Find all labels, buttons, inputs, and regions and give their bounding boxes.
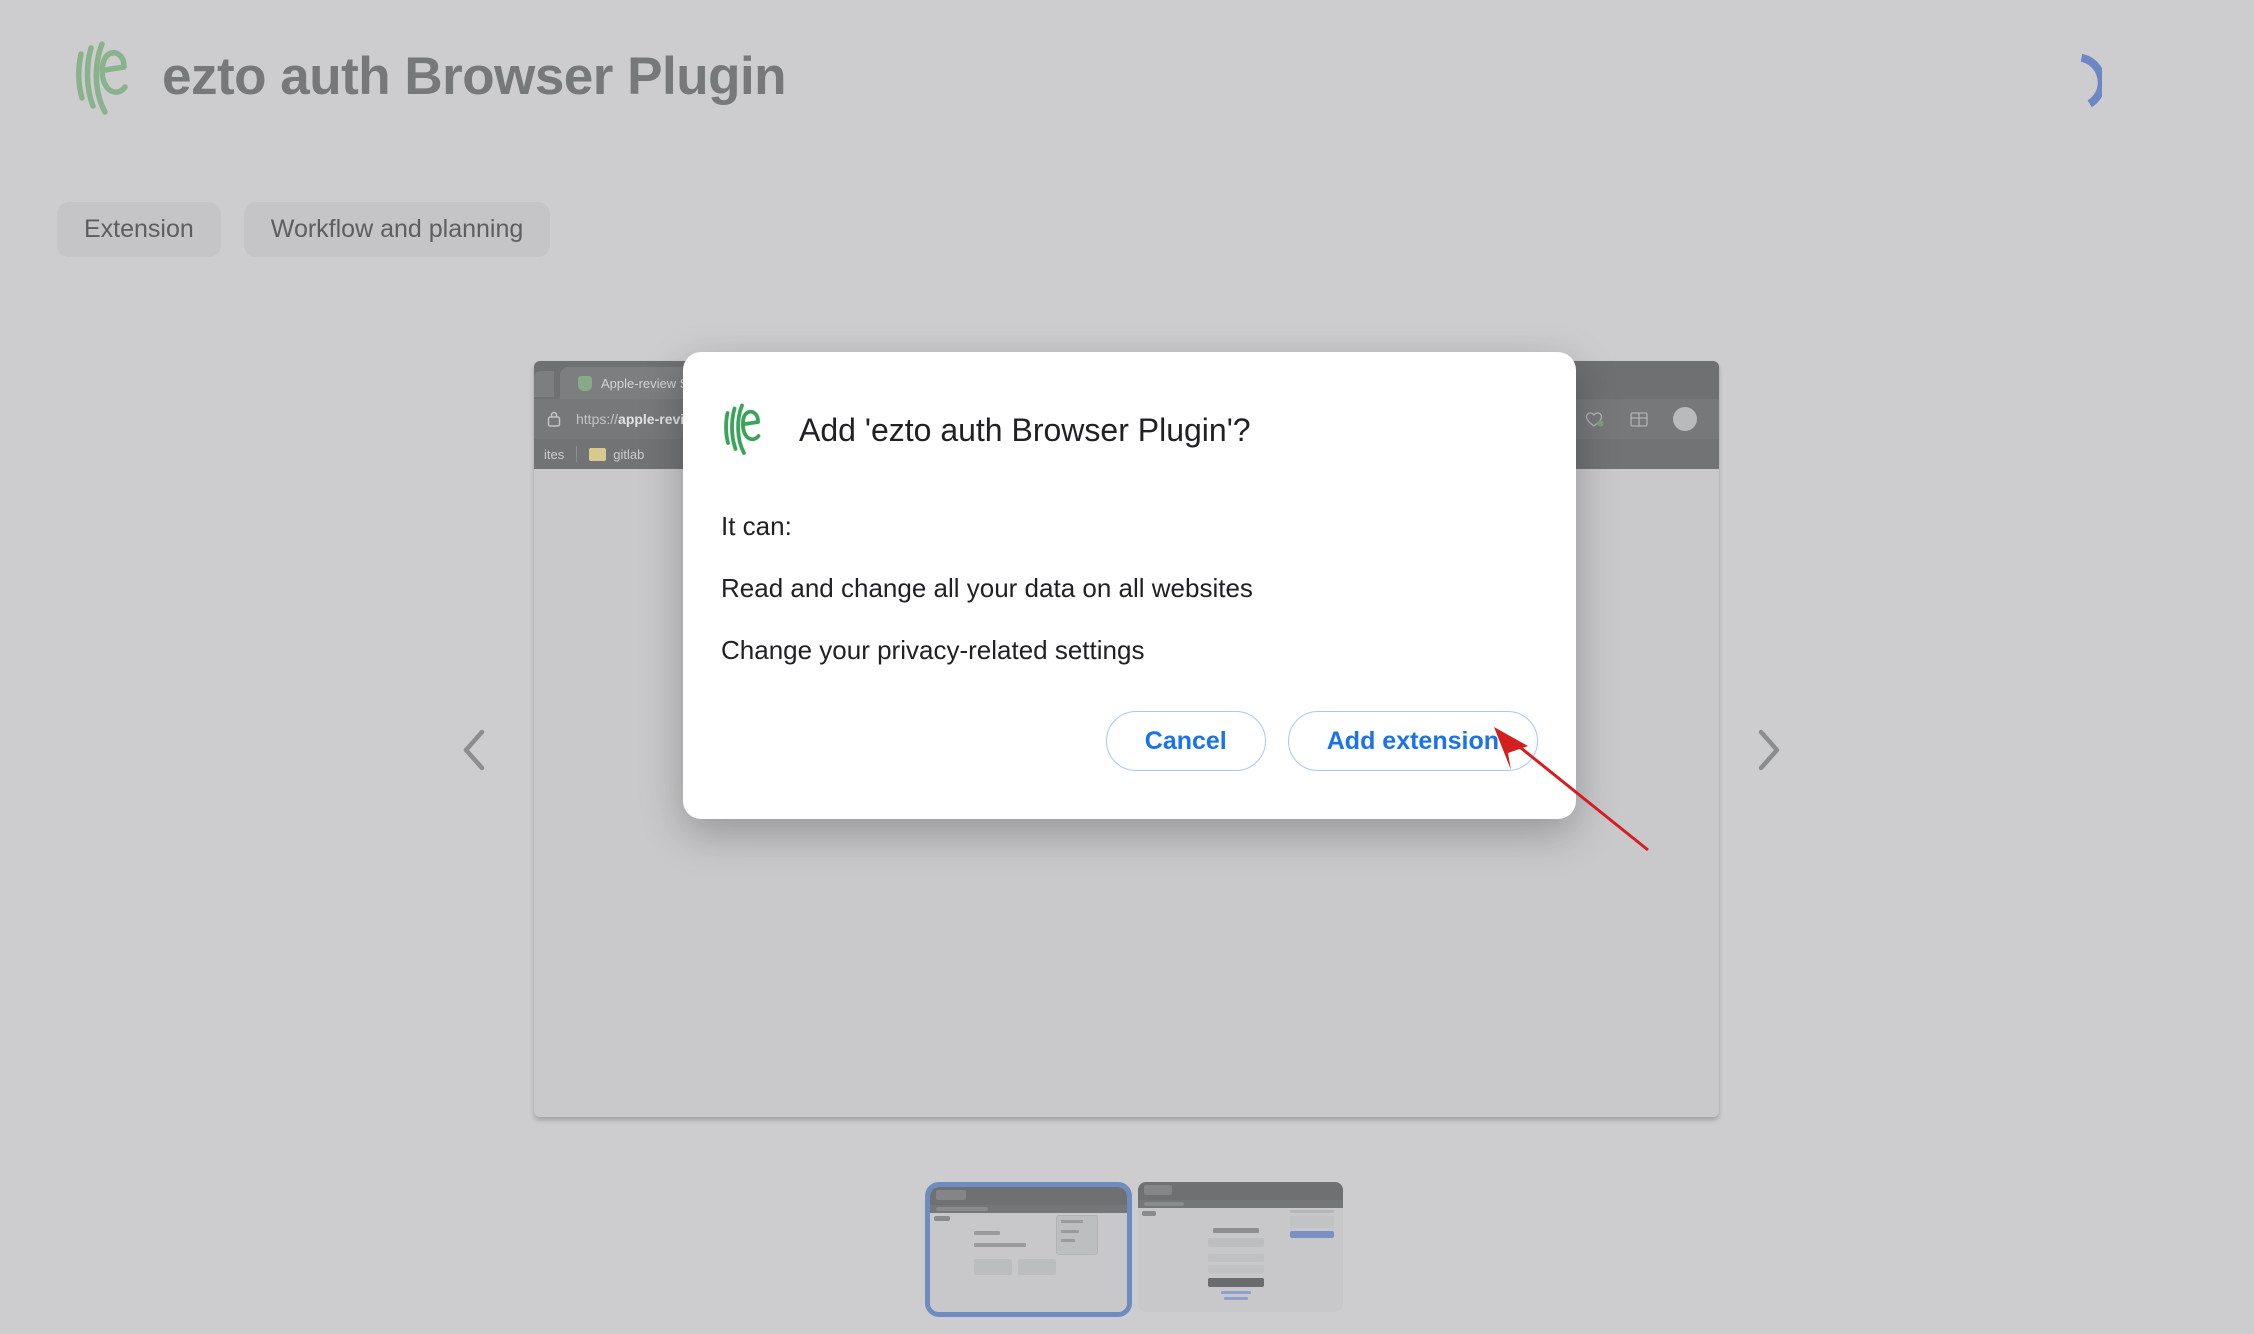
permission-item-2: Change your privacy-related settings [721,635,1145,666]
extensions-puzzle-icon [1628,408,1650,430]
thumb-card [1018,1259,1056,1275]
page-title: ezto auth Browser Plugin [162,46,787,106]
thumb-text [974,1243,1026,1247]
thumbnail-preview [1138,1182,1343,1312]
tag-chip-workflow-and-planning[interactable]: Workflow and planning [243,202,551,257]
tag-chip-extension[interactable]: Extension [57,202,221,257]
bookmark-item-partial: ites [544,446,565,462]
page-header: ezto auth Browser Plugin [72,36,787,116]
thumb-menu-item [1061,1230,1079,1233]
thumb-input [1208,1265,1264,1273]
carousel-next-button[interactable] [1742,725,1796,779]
dialog-header: Add 'ezto auth Browser Plugin'? [683,400,1576,461]
permission-item-1: Read and change all your data on all web… [721,573,1253,604]
dialog-body: It can: Read and change all your data on… [683,461,1576,667]
dialog-title: Add 'ezto auth Browser Plugin'? [799,412,1251,448]
thumb-panel-card [1290,1216,1334,1228]
thumbnail-1[interactable] [925,1182,1132,1317]
folder-icon [589,447,607,461]
thumb-tab [936,1190,966,1200]
carousel-prev-button[interactable] [447,725,501,779]
add-extension-dialog: Add 'ezto auth Browser Plugin'? It can: … [683,352,1576,820]
thumb-heading [1213,1228,1259,1233]
thumbnail-strip [925,1182,1343,1317]
thumb-tab [1144,1185,1172,1195]
thumb-card [974,1259,1012,1275]
thumb-text [974,1231,1000,1235]
thumb-menu-item [1061,1220,1083,1223]
cancel-button[interactable]: Cancel [1105,710,1266,772]
dialog-actions: Cancel Add extension [683,667,1576,820]
bookmark-separator [576,446,578,462]
ezto-logo-icon [72,36,134,116]
thumb-url [1144,1202,1184,1206]
favorites-heart-icon [1583,408,1605,430]
lock-icon [546,410,562,428]
tag-chip-list: Extension Workflow and planning [57,202,551,257]
bookmark-label: gitlab [613,446,645,462]
thumb-link [1224,1297,1248,1300]
add-extension-button[interactable]: Add extension [1287,710,1538,772]
thumbnail-preview [930,1187,1127,1312]
thumb-submit-button [1208,1278,1264,1287]
thumb-bookmark [934,1216,950,1221]
thumb-link [1221,1291,1251,1294]
thumb-bookmark [1142,1211,1156,1216]
ezto-logo-icon [721,400,765,461]
bookmark-item-gitlab: gitlab [589,447,644,462]
chevron-left-icon [457,726,491,779]
thumb-panel-button [1290,1231,1334,1238]
url-scheme: https:// [576,411,619,427]
profile-avatar-icon [1673,407,1697,431]
thumb-panel-text [1290,1210,1334,1213]
tab-stub [534,371,554,397]
thumb-url [936,1207,988,1211]
thumbnail-2[interactable] [1138,1182,1343,1312]
thumb-menu-item [1061,1239,1075,1242]
chevron-right-icon [1752,726,1786,779]
permissions-intro: It can: [721,511,792,541]
shield-icon [578,375,592,391]
thumb-input [1208,1254,1264,1262]
thumb-oauth-button [1208,1238,1264,1247]
loading-spinner-icon [2040,48,2106,112]
